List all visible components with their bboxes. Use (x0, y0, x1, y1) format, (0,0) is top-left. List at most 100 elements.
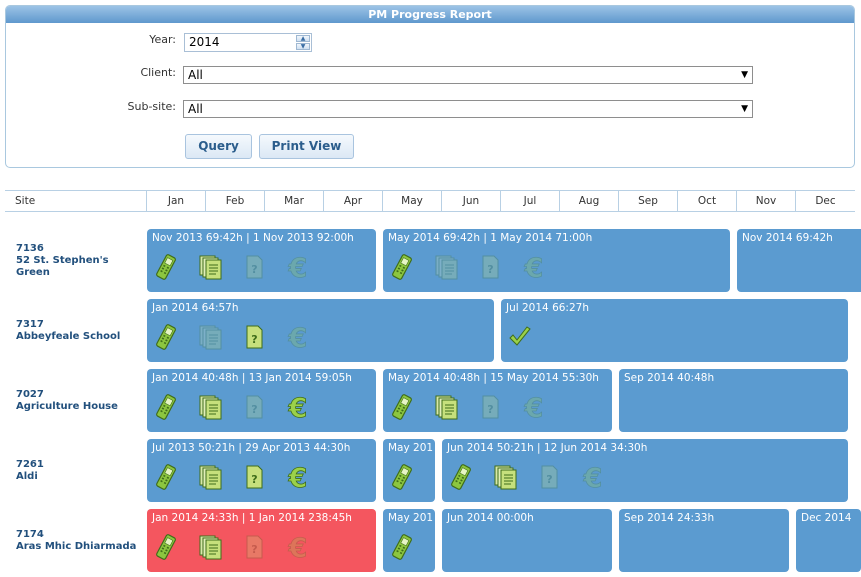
pm-card-text: May 2014 40:48h | 15 May 2014 55:30h (388, 372, 599, 384)
documents-icon[interactable] (433, 393, 459, 421)
month-header: Aug (559, 191, 618, 212)
euro-icon (521, 253, 547, 281)
pm-card[interactable]: May 2014 69:42h | 1 May 2014 71:00h (383, 229, 730, 292)
pm-card-text: Nov 2013 69:42h | 1 Nov 2013 92:00h (152, 232, 354, 244)
phone-icon[interactable] (389, 393, 415, 421)
client-select[interactable]: All ▼ (183, 66, 753, 84)
pm-card-text: Nov 2014 69:42h (742, 232, 833, 244)
print-view-button[interactable]: Print View (259, 134, 354, 159)
pm-card[interactable]: Jul 2014 66:27h (501, 299, 848, 362)
month-header: Apr (323, 191, 382, 212)
site-id: 7317 (16, 319, 44, 330)
pm-card-overdue[interactable]: Jan 2014 24:33h | 1 Jan 2014 238:45h (147, 509, 376, 572)
phone-icon[interactable] (389, 533, 415, 561)
site-id: 7174 (16, 529, 44, 540)
euro-icon[interactable] (285, 463, 311, 491)
chevron-down-icon: ▼ (741, 70, 748, 80)
question-doc-icon (241, 393, 267, 421)
question-doc-icon[interactable] (241, 323, 267, 351)
pm-card[interactable]: Sep 2014 24:33h (619, 509, 789, 572)
question-doc-icon (536, 463, 562, 491)
documents-icon (197, 323, 223, 351)
site-label[interactable]: 7317 Abbeyfeale School (16, 319, 120, 343)
pm-card-text: Jul 2013 50:21h | 29 Apr 2013 44:30h (152, 442, 351, 454)
phone-icon[interactable] (153, 533, 179, 561)
site-label[interactable]: 7027 Agriculture House (16, 389, 118, 413)
pm-card-text: Sep 2014 24:33h (624, 512, 715, 524)
phone-icon[interactable] (153, 323, 179, 351)
pm-card[interactable]: Jan 2014 64:57h (147, 299, 494, 362)
question-doc-icon (477, 253, 503, 281)
pm-card[interactable]: May 2014 40:48h | 15 May 2014 55:30h (383, 369, 612, 432)
pm-card[interactable]: Nov 2014 69:42h (737, 229, 861, 292)
year-up-button[interactable]: ▲ (296, 35, 310, 42)
site-id: 7027 (16, 389, 44, 400)
client-value: All (188, 68, 203, 82)
year-input[interactable]: 2014 ▲ ▼ (184, 33, 312, 52)
pm-card[interactable]: Dec 2014 (796, 509, 861, 572)
grid-header: Site Jan Feb Mar Apr May Jun Jul Aug Sep… (5, 190, 855, 212)
phone-icon[interactable] (153, 253, 179, 281)
subsite-select[interactable]: All ▼ (183, 100, 753, 118)
pm-card[interactable]: Jan 2014 40:48h | 13 Jan 2014 59:05h (147, 369, 376, 432)
pm-card-text: Jan 2014 24:33h | 1 Jan 2014 238:45h (152, 512, 352, 524)
site-label[interactable]: 7261 Aldi (16, 459, 44, 483)
phone-icon[interactable] (153, 393, 179, 421)
pm-card-text: May 201 (388, 442, 434, 454)
documents-icon[interactable] (197, 533, 223, 561)
question-doc-icon (477, 393, 503, 421)
euro-icon (521, 393, 547, 421)
pm-card[interactable]: May 201 (383, 439, 435, 502)
documents-icon[interactable] (197, 463, 223, 491)
site-label[interactable]: 7136 52 St. Stephen's Green (16, 243, 126, 279)
site-name: 52 St. Stephen's Green (16, 255, 109, 278)
month-header: Feb (205, 191, 264, 212)
pm-card-text: Jul 2014 66:27h (506, 302, 589, 314)
pm-card-text: Jan 2014 64:57h (152, 302, 239, 314)
month-header: Jul (500, 191, 559, 212)
phone-icon[interactable] (389, 253, 415, 281)
pm-card[interactable]: Sep 2014 40:48h (619, 369, 848, 432)
month-header: Mar (264, 191, 323, 212)
euro-icon[interactable] (285, 393, 311, 421)
question-doc-icon (241, 533, 267, 561)
phone-icon[interactable] (153, 463, 179, 491)
pm-card-text: Sep 2014 40:48h (624, 372, 715, 384)
year-value: 2014 (189, 35, 220, 49)
pm-card[interactable]: May 201 (383, 509, 435, 572)
site-label[interactable]: 7174 Aras Mhic Dhiarmada (16, 529, 136, 553)
pm-card-text: May 2014 69:42h | 1 May 2014 71:00h (388, 232, 593, 244)
question-doc-icon[interactable] (241, 463, 267, 491)
phone-icon[interactable] (448, 463, 474, 491)
client-label: Client: (140, 66, 176, 79)
month-header: May (382, 191, 441, 212)
documents-icon[interactable] (492, 463, 518, 491)
pm-card[interactable]: Jun 2014 00:00h (442, 509, 612, 572)
subsite-label: Sub-site: (127, 100, 176, 113)
pm-card[interactable]: Jun 2014 50:21h | 12 Jun 2014 34:30h (442, 439, 848, 502)
query-button[interactable]: Query (185, 134, 252, 159)
pm-card-text: May 201 (388, 512, 434, 524)
euro-icon (580, 463, 606, 491)
month-header: Dec (795, 191, 855, 212)
site-id: 7261 (16, 459, 44, 470)
pm-card-text: Dec 2014 (801, 512, 852, 524)
month-header: Jan (146, 191, 205, 212)
site-id: 7136 (16, 243, 44, 254)
pm-card[interactable]: Jul 2013 50:21h | 29 Apr 2013 44:30h (147, 439, 376, 502)
year-label: Year: (149, 33, 176, 46)
site-name: Aras Mhic Dhiarmada (16, 541, 137, 552)
checkmark-icon (507, 323, 533, 351)
documents-icon (433, 253, 459, 281)
site-name: Abbeyfeale School (16, 331, 121, 342)
panel-title: PM Progress Report (6, 6, 854, 23)
chevron-down-icon: ▼ (741, 104, 748, 114)
pm-card-text: Jan 2014 40:48h | 13 Jan 2014 59:05h (152, 372, 352, 384)
phone-icon[interactable] (389, 463, 415, 491)
documents-icon[interactable] (197, 253, 223, 281)
pm-card[interactable]: Nov 2013 69:42h | 1 Nov 2013 92:00h (147, 229, 376, 292)
documents-icon[interactable] (197, 393, 223, 421)
month-header: Sep (618, 191, 677, 212)
month-header: Nov (736, 191, 795, 212)
year-down-button[interactable]: ▼ (296, 43, 310, 50)
